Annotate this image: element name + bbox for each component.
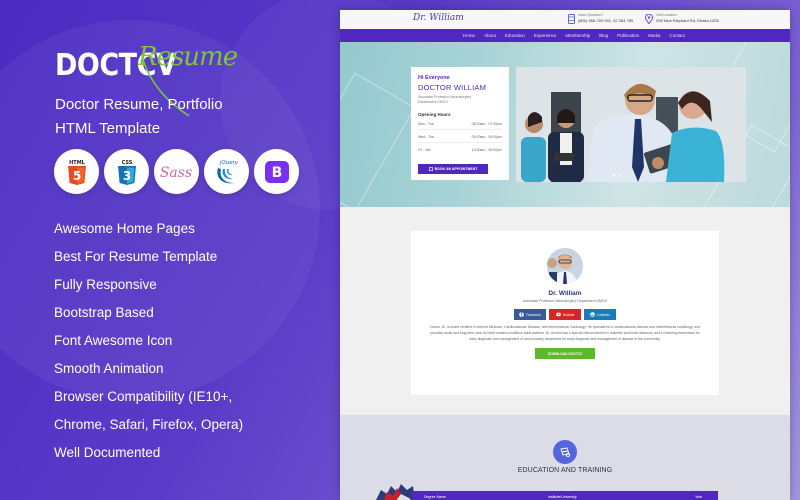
nav-blog[interactable]: Blog (599, 33, 608, 38)
svg-text:5: 5 (72, 169, 80, 183)
hours-row: Wed - Thu 09:00am - 06:00pm (418, 132, 502, 143)
feature-item: Font Awesome Icon (54, 333, 173, 348)
feature-item: Best For Resume Template (54, 249, 218, 264)
svg-text:3: 3 (122, 169, 130, 183)
hero-greeting: Hi Everyone (418, 75, 450, 81)
hero-section: Hi Everyone DOCTOR WILLIAM Associate Pro… (340, 42, 790, 207)
about-section: Dr. William Associate Professor Neurosur… (340, 207, 790, 415)
header-institute: Institute/University (548, 495, 577, 499)
html5-icon: HTML 5 (67, 160, 86, 185)
jquery-icon: jQuery (216, 160, 238, 183)
hexagon-decoration (340, 72, 416, 207)
book-appointment-button[interactable]: BOOK AN APPOINTMENT (418, 164, 488, 174)
hours-days: Mon - Tue (418, 122, 434, 126)
nav-media[interactable]: Media (648, 33, 660, 38)
sass-badge: Sass (154, 149, 199, 194)
tagline: Doctor Resume, Portfolio HTML Template (55, 93, 223, 141)
linkedin-button[interactable]: in Linkedin (584, 309, 616, 320)
feature-list: Awesome Home Pages Best For Resume Templ… (54, 219, 243, 471)
css3-badge: CSS 3 (104, 149, 149, 194)
mockup-logo[interactable]: Dr. William (413, 13, 464, 23)
opening-hours-title: Opening Hours (418, 112, 451, 117)
facebook-button[interactable]: f Facebook (514, 309, 546, 320)
nav-experience[interactable]: Experience (534, 33, 557, 38)
contact-location-value: 295 New Elephant Rd, Dhaka 1205 (656, 18, 719, 23)
contact-location: Visit Location 295 New Elephant Rd, Dhak… (645, 13, 719, 24)
svg-text:HTML: HTML (69, 160, 86, 166)
location-pin-icon (645, 13, 653, 24)
profile-role: Associate Professor Neurosurgery Departm… (522, 299, 608, 303)
sass-icon: Sass (159, 165, 191, 181)
feature-item: Chrome, Safari, Firefox, Opera) (54, 417, 244, 432)
tagline-line-1: Doctor Resume, Portfolio (55, 96, 223, 113)
education-icon (553, 440, 577, 464)
hero-role: Associate Professor Neurosurgery Departm… (418, 95, 472, 104)
education-section: EDUCATION AND TRAINING Degree Name Insti… (340, 415, 790, 500)
profile-card: Dr. William Associate Professor Neurosur… (411, 231, 719, 395)
facebook-icon: f (519, 312, 525, 317)
svg-text:in: in (591, 313, 594, 317)
tagline-line-2: HTML Template (55, 120, 161, 137)
bootstrap-badge: B (254, 149, 299, 194)
css3-icon: CSS 3 (117, 160, 136, 185)
nav-about[interactable]: About (484, 33, 496, 38)
hours-row: Mon - Tue 08:00am - 07:30pm (418, 119, 502, 130)
hours-time: 08:00am - 07:30pm (471, 122, 502, 126)
jquery-badge: jQuery (204, 149, 249, 194)
svg-text:jQuery: jQuery (218, 160, 238, 166)
contact-phone-value: (800) 656-789 091, 02 264 789 (578, 18, 634, 23)
education-table-header: Degree Name Institute/University Year (412, 491, 718, 500)
contact-phone: Have Question? (800) 656-789 091, 02 264… (568, 13, 633, 24)
nav-education[interactable]: Education (505, 33, 525, 38)
feature-item: Fully Responsive (54, 277, 157, 292)
nav-home[interactable]: Home (463, 33, 475, 38)
hours-row: Fri - Sat 10:30am - 08:00pm (418, 145, 502, 155)
feature-item: Bootstrap Based (54, 305, 154, 320)
hours-days: Fri - Sat (418, 148, 431, 152)
feature-item: Awesome Home Pages (54, 221, 195, 236)
feature-item: Browser Compatibility (IE10+, (54, 389, 233, 404)
nav-contact[interactable]: Contact (669, 33, 685, 38)
nav-membership[interactable]: Membership (565, 33, 590, 38)
hero-info-card: Hi Everyone DOCTOR WILLIAM Associate Pro… (411, 67, 509, 180)
books-icon (560, 447, 571, 458)
phone-icon (568, 13, 575, 24)
mockup-topbar: Dr. William Have Question? (800) 656-789… (340, 10, 790, 29)
youtube-icon (555, 312, 561, 317)
youtube-button[interactable]: Youtube (549, 309, 581, 320)
nav-publication[interactable]: Publication (617, 33, 639, 38)
social-buttons: f Facebook Youtube in Linkedin (411, 309, 719, 320)
doctors-illustration (516, 67, 746, 182)
hours-days: Wed - Thu (418, 135, 435, 139)
hero-doctors-photo (516, 67, 746, 182)
svg-text:B: B (271, 165, 282, 181)
profile-bio: Doctor, Dr. is board certified in Intern… (430, 325, 700, 341)
mockup-nav: Home About Education Experience Membersh… (340, 29, 790, 42)
book-appointment-label: BOOK AN APPOINTMENT (434, 167, 478, 171)
youtube-label: Youtube (562, 312, 575, 317)
calendar-icon (428, 167, 433, 171)
hours-time: 10:30am - 08:00pm (471, 148, 502, 152)
download-doctcv-button[interactable]: DOWNLOAD DOCTCV (535, 348, 595, 359)
hero-name: DOCTOR WILLIAM (418, 83, 487, 92)
profile-name: Dr. William (548, 290, 582, 297)
header-year: Year (695, 495, 703, 499)
svg-text:f: f (521, 312, 523, 317)
header-degree-name: Degree Name (424, 495, 446, 499)
feature-item: Smooth Animation (54, 361, 164, 376)
svg-text:Sass: Sass (159, 165, 191, 181)
avatar (547, 248, 583, 284)
feature-item: Well Documented (54, 445, 161, 460)
website-mockup: Dr. William Have Question? (800) 656-789… (340, 10, 790, 500)
bootstrap-icon: B (264, 160, 289, 183)
html5-badge: HTML 5 (54, 149, 99, 194)
facebook-label: Facebook (526, 312, 541, 317)
tech-badges: HTML 5 CSS 3 Sass jQuery B (54, 149, 299, 194)
education-title: EDUCATION AND TRAINING (517, 467, 613, 474)
doctor-avatar-image (547, 248, 583, 284)
linkedin-label: Linkedin (597, 312, 610, 317)
hours-time: 09:00am - 06:00pm (471, 135, 502, 139)
svg-text:CSS: CSS (121, 160, 132, 166)
linkedin-icon: in (590, 312, 596, 317)
